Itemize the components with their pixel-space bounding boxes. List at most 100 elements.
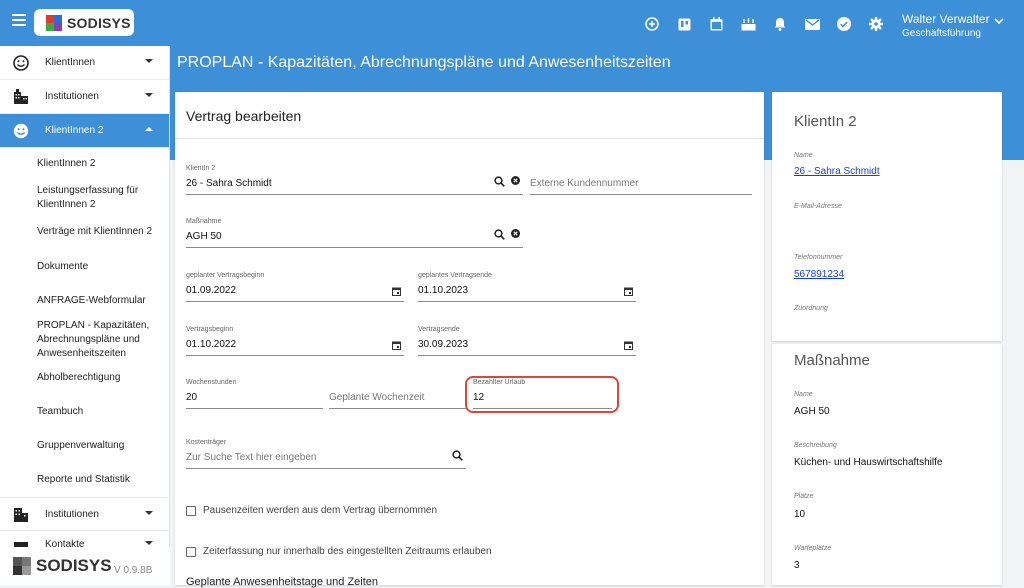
- caret-down-icon: [145, 541, 153, 545]
- sidebar-item-klientinnen[interactable]: KlientInnen: [0, 46, 169, 80]
- check-circle-icon[interactable]: [828, 14, 860, 34]
- caret-down-icon: [145, 93, 153, 97]
- top-bar: SODISYS Walter Verwalter Geschäftsführun…: [0, 0, 1024, 46]
- vertragsende-field[interactable]: Vertragsende 30.09.2023: [418, 326, 636, 356]
- client-info-card: KlientIn 2 Name 26 - Sahra Schmidt E-Mai…: [772, 92, 1002, 341]
- smiley-icon: [12, 122, 30, 140]
- plus-circle-icon[interactable]: [636, 14, 668, 34]
- client-phone-link[interactable]: 567891234: [794, 269, 844, 280]
- checkbox-box[interactable]: [186, 505, 196, 516]
- geplantes-ende-field[interactable]: geplantes Vertragsende 01.10.2023: [418, 272, 636, 302]
- wochenstunden-field[interactable]: Wochenstunden 20: [186, 379, 323, 409]
- sidebar-item-label: Institutionen: [45, 508, 99, 520]
- vertragsende-label: Vertragsende: [418, 326, 460, 333]
- gear-icon[interactable]: [860, 14, 892, 34]
- measure-waiting-label: Warteplätze: [794, 545, 832, 552]
- page-title: PROPLAN - Kapazitäten, Abrechnungspläne …: [177, 54, 671, 71]
- logo-cube-icon: [46, 14, 62, 31]
- user-role: Geschäftsführung: [902, 28, 981, 39]
- measure-info-card: Maßnahme Name AGH 50 Beschreibung Küchen…: [772, 344, 1002, 585]
- board-icon[interactable]: [668, 14, 700, 34]
- sidebar-item-institutionen[interactable]: Institutionen: [0, 80, 169, 114]
- sidebar: KlientInnen Institutionen KlientInnen 2 …: [0, 46, 170, 585]
- building-icon: [12, 505, 30, 523]
- calendar-icon[interactable]: [624, 287, 633, 296]
- wochenstunden-label: Wochenstunden: [186, 379, 237, 386]
- zeitraum-checkbox-label: Zeiterfassung nur innerhalb des eingeste…: [203, 546, 492, 557]
- measure-desc-label: Beschreibung: [794, 442, 837, 449]
- menu-icon[interactable]: [12, 14, 26, 26]
- measure-desc-value: Küchen- und Hauswirtschaftshilfe: [794, 457, 943, 468]
- mail-icon[interactable]: [796, 14, 828, 34]
- divider: [175, 138, 764, 139]
- clear-icon[interactable]: [511, 229, 520, 238]
- measure-card-title: Maßnahme: [794, 352, 870, 369]
- logo-cube-icon: [12, 556, 32, 576]
- sidebar-subitem[interactable]: Leistungserfassung für KlientInnen 2: [0, 184, 150, 212]
- kostentraeger-label: Kostenträger: [186, 439, 227, 446]
- client-name-label: Name: [794, 152, 813, 159]
- sidebar-item-label: Institutionen: [45, 91, 99, 102]
- wochenstunden-value: 20: [186, 392, 198, 403]
- search-icon[interactable]: [494, 229, 505, 240]
- kostentraeger-placeholder: Zur Suche Text hier eingeben: [186, 452, 317, 463]
- measure-name-label: Name: [794, 391, 813, 398]
- klient-value: 26 - Sahra Schmidt: [186, 178, 272, 189]
- sidebar-item-label: KlientInnen 2: [45, 125, 104, 136]
- user-name: Walter Verwalter: [902, 12, 990, 26]
- klient-field[interactable]: KlientIn 2 26 - Sahra Schmidt: [186, 165, 523, 195]
- sidebar-subitem[interactable]: KlientInnen 2: [0, 157, 103, 171]
- sidebar-subitem[interactable]: Abholberechtigung: [0, 371, 128, 385]
- vertragsbeginn-label: Vertragsbeginn: [186, 326, 234, 333]
- caret-down-icon: [145, 59, 153, 63]
- sidebar-item-institutionen-2[interactable]: Institutionen: [0, 497, 169, 531]
- checkbox-box[interactable]: [186, 546, 196, 557]
- sidebar-subitem-active[interactable]: PROPLAN - Kapazitäten, Abrechnungspläne …: [0, 319, 160, 361]
- measure-name-value: AGH 50: [794, 406, 830, 417]
- user-menu[interactable]: Walter Verwalter Geschäftsführung: [902, 12, 1004, 39]
- pause-checkbox-label: Pausenzeiten werden aus dem Vertrag über…: [203, 505, 438, 516]
- zeitraum-checkbox[interactable]: Zeiterfassung nur innerhalb des eingeste…: [186, 546, 492, 557]
- sidebar-footer: SODISYS V 0.9.8B: [0, 547, 170, 585]
- wochenzeit-placeholder: Geplante Wochenzeit: [329, 392, 425, 403]
- buildings-icon: [12, 88, 30, 106]
- geplanter-beginn-label: geplanter Vertragsbeginn: [186, 272, 265, 279]
- caret-down-icon: [145, 511, 153, 515]
- calendar-icon[interactable]: [392, 341, 401, 350]
- sidebar-subitem[interactable]: Dokumente: [0, 260, 96, 274]
- massnahme-field[interactable]: Maßnahme AGH 50: [186, 218, 523, 248]
- logo[interactable]: SODISYS: [34, 9, 134, 36]
- sidebar-subitem[interactable]: Teambuch: [0, 405, 91, 419]
- chevron-down-icon: [994, 18, 1004, 25]
- geplantes-ende-value: 01.10.2023: [418, 285, 469, 296]
- calendar-icon[interactable]: [392, 287, 401, 296]
- sidebar-subitem[interactable]: Verträge mit KlientInnen 2: [0, 225, 160, 239]
- calendar-icon[interactable]: [700, 14, 732, 34]
- pause-checkbox[interactable]: Pausenzeiten werden aus dem Vertrag über…: [186, 505, 437, 516]
- massnahme-label: Maßnahme: [186, 218, 222, 225]
- vertragsbeginn-field[interactable]: Vertragsbeginn 01.10.2022: [186, 326, 404, 356]
- smiley-icon: [12, 54, 30, 72]
- kostentraeger-field[interactable]: Kostenträger Zur Suche Text hier eingebe…: [186, 439, 466, 469]
- search-icon[interactable]: [494, 176, 505, 187]
- clear-icon[interactable]: [511, 176, 520, 185]
- sidebar-subitem[interactable]: Reporte und Statistik: [0, 473, 138, 487]
- client-card-title: KlientIn 2: [794, 113, 857, 130]
- sidebar-item-klientinnen-2[interactable]: KlientInnen 2: [0, 114, 169, 148]
- cake-icon[interactable]: [732, 14, 764, 34]
- kundennummer-field[interactable]: Externe Kundennummer: [530, 165, 752, 195]
- search-icon[interactable]: [452, 450, 463, 461]
- measure-waiting-value: 3: [794, 560, 800, 571]
- client-phone-label: Telefonnummer: [794, 254, 843, 261]
- client-assign-label: Zuordnung: [794, 305, 828, 312]
- vertragsbeginn-value: 01.10.2022: [186, 339, 237, 350]
- client-email-label: E-Mail-Adresse: [794, 203, 842, 210]
- sidebar-subitem[interactable]: Gruppenverwaltung: [0, 439, 132, 453]
- calendar-icon[interactable]: [624, 341, 633, 350]
- bell-icon[interactable]: [764, 14, 796, 34]
- geplanter-beginn-field[interactable]: geplanter Vertragsbeginn 01.09.2022: [186, 272, 404, 302]
- wochenzeit-field[interactable]: Geplante Wochenzeit: [329, 379, 466, 409]
- form-title: Vertrag bearbeiten: [186, 108, 302, 124]
- sidebar-subitem[interactable]: ANFRAGE-Webformular: [0, 294, 154, 308]
- client-name-link[interactable]: 26 - Sahra Schmidt: [794, 166, 880, 177]
